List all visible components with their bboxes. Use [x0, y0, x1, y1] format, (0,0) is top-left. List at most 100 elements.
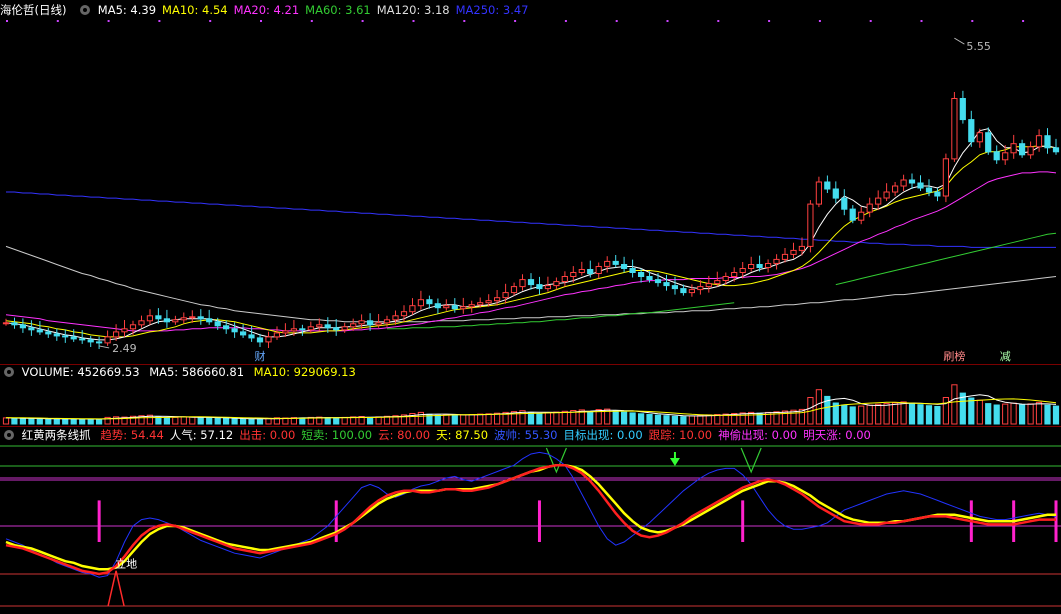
indicator-label-6: 波帅: 55.30: [494, 428, 558, 442]
stock-title[interactable]: 海伦哲(日线): [0, 3, 66, 17]
top-dot-mark: [260, 20, 262, 22]
candle-body: [1035, 135, 1043, 148]
candle-body: [638, 272, 645, 277]
candle-body: [519, 279, 526, 288]
candle-body: [62, 335, 69, 338]
volume-bar: [985, 403, 992, 425]
volume-ma10: MA10: 929069.13: [253, 365, 356, 379]
indicator-label-8: 跟踪: 10.00: [648, 428, 713, 442]
candle-body: [19, 324, 26, 329]
volume-bar: [333, 417, 340, 425]
candle-body: [604, 260, 611, 267]
v-signal-marker: [545, 447, 567, 474]
candle-body: [299, 328, 306, 331]
top-dot-mark: [514, 20, 517, 22]
volume-bar: [155, 416, 162, 425]
candle-body: [146, 315, 154, 322]
volume-bar: [240, 418, 247, 425]
ma-label-3: MA60: 3.61: [305, 3, 371, 17]
candle-body: [1052, 147, 1060, 153]
candle-body: [502, 292, 509, 299]
volume-title: VOLUME: 452669.53: [21, 365, 140, 379]
candle-body: [765, 263, 772, 268]
top-dot-mark: [615, 20, 618, 22]
ma-line-ma60: [387, 232, 1057, 330]
top-dot-mark: [56, 20, 59, 22]
volume-bar: [697, 414, 704, 425]
top-dot-mark: [209, 20, 212, 22]
high-price-label: 5.55: [966, 40, 991, 53]
candle-body: [265, 336, 272, 343]
volume-bar: [544, 412, 551, 425]
volume-bar: [663, 415, 670, 425]
candle-body: [121, 328, 128, 333]
candle-body: [553, 281, 560, 287]
volume-bar: [19, 418, 26, 425]
candle-body: [197, 316, 204, 320]
candle-body: [383, 319, 391, 324]
candle-body: [451, 305, 458, 310]
candle-body: [815, 181, 822, 205]
indicator-label-4: 云: 80.00: [378, 428, 431, 442]
volume-bar: [70, 418, 77, 425]
candle-body: [426, 299, 433, 305]
candle-body: [739, 268, 746, 273]
candle-body: [1002, 152, 1009, 161]
volume-bar: [1044, 404, 1051, 425]
volume-bar: [1019, 404, 1026, 425]
volume-bar: [180, 416, 187, 425]
candle-body: [273, 332, 280, 338]
indicator-label-5: 天: 87.50: [436, 428, 489, 442]
indicator-gear-icon[interactable]: [4, 430, 14, 440]
candle-body: [781, 253, 789, 260]
indicator-label-1: 人气: 57.12: [169, 428, 234, 442]
candle-body: [256, 337, 264, 343]
volume-bar: [197, 417, 204, 425]
candle-body: [282, 330, 289, 334]
candle-body: [163, 318, 171, 323]
volume-bar: [908, 402, 916, 425]
candle-body: [113, 331, 120, 338]
volume-bar: [477, 413, 484, 425]
ma-label-1: MA10: 4.54: [162, 3, 228, 17]
candle-body: [350, 323, 357, 328]
candle-body: [866, 203, 873, 213]
volume-bar: [646, 414, 653, 425]
volume-bar: [172, 416, 179, 425]
volume-bar: [892, 402, 899, 425]
candle-body: [443, 305, 450, 309]
volume-bar: [629, 412, 636, 425]
volume-bar: [206, 417, 213, 425]
volume-bar: [1052, 405, 1060, 425]
volume-bar: [748, 411, 755, 425]
indicator-title[interactable]: 红黄两条线抓: [22, 428, 91, 442]
volume-bar: [87, 418, 94, 425]
candle-body: [70, 336, 77, 340]
candle-body: [544, 285, 551, 290]
candle-body: [477, 302, 484, 306]
indicator-label-0: 趋势: 54.44: [100, 428, 164, 442]
volume-bar: [1035, 401, 1043, 425]
volume-bar: [367, 416, 374, 425]
candle-body: [985, 132, 992, 153]
volume-bar: [36, 418, 43, 425]
ma-label-5: MA250: 3.47: [455, 3, 529, 17]
ma-label-2: MA20: 4.21: [233, 3, 300, 17]
volume-bar: [443, 414, 450, 425]
ma-label-0: MA5: 4.39: [97, 3, 157, 17]
volume-bar: [849, 406, 856, 425]
volume-bar: [1010, 402, 1017, 425]
volume-gear-icon[interactable]: [4, 367, 14, 377]
candle-body: [697, 286, 704, 291]
settings-gear-icon[interactable]: [80, 5, 91, 15]
volume-bar: [527, 411, 535, 425]
price-panel-header: 海伦哲(日线) MA5: 4.39 MA10: 4.54 MA20: 4.21 MA6…: [0, 2, 540, 18]
candle-body: [951, 98, 958, 160]
top-dot-mark: [463, 20, 466, 22]
candle-body: [688, 289, 695, 294]
candle-body: [434, 303, 441, 309]
volume-bar: [621, 411, 628, 425]
candle-body: [2, 322, 10, 325]
candle-body: [908, 179, 916, 184]
top-dot-mark: [869, 20, 872, 22]
